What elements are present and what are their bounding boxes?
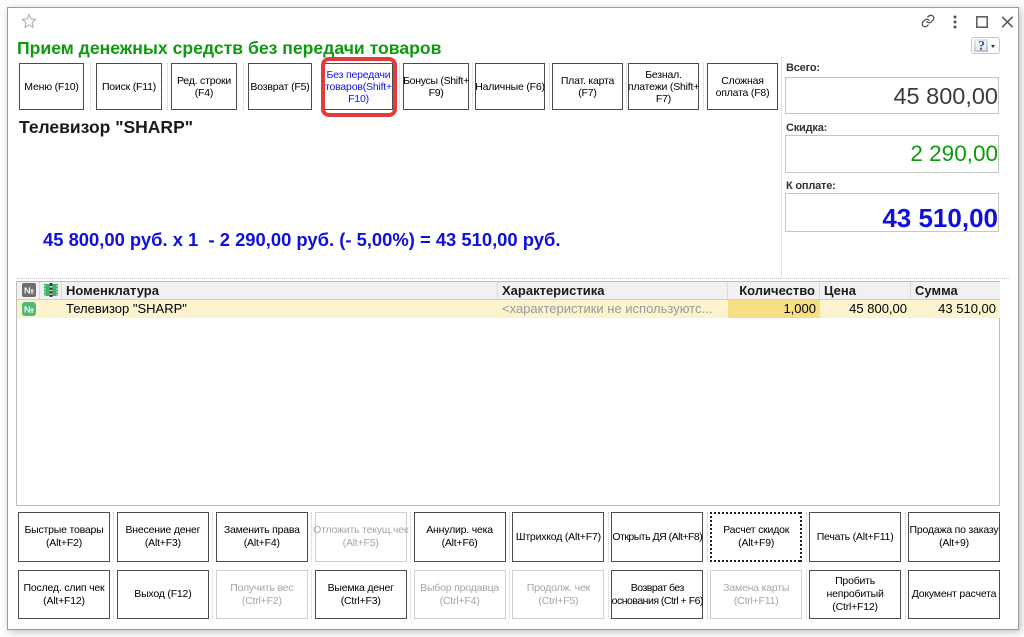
svg-text:№: № bbox=[24, 305, 34, 315]
svg-text:№: № bbox=[24, 286, 34, 296]
